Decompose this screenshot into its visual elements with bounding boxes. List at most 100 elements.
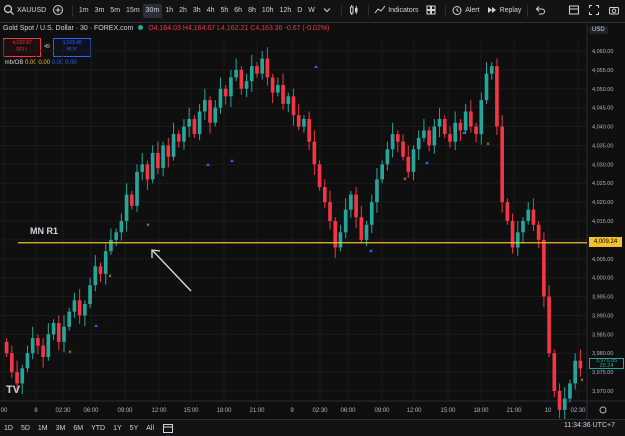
sell-button[interactable]: 4,162.97 SELL [3,38,41,57]
candle-body [401,141,405,157]
symbol-search[interactable]: XAUUSD [0,4,49,18]
timeframe-D[interactable]: D [294,4,305,18]
price-tick-label: 4,015.00 [592,219,613,225]
candle-body [317,164,322,187]
candle-body [202,100,207,112]
price-tick-label: 4,025.00 [592,181,613,187]
range-1y[interactable]: 1Y [109,425,126,432]
timeframe-15m[interactable]: 15m [123,4,143,18]
candle-body [531,209,536,225]
price-tick-label: 4,000.00 [592,276,613,282]
candle-body [406,156,411,172]
range-6m[interactable]: 6M [69,425,87,432]
time-tick-label: 12:00 [151,408,167,414]
time-tick-label: 15:00 [440,408,456,414]
imbalance-marker [94,324,98,327]
layout-button[interactable] [565,4,585,18]
time-tick-label: 10 [545,408,552,414]
timeframe-10h[interactable]: 10h [259,4,277,18]
timeframe-menu-chevron[interactable] [318,4,338,18]
alert-button[interactable]: Alert [448,4,482,18]
price-chart[interactable]: 4,060.00 4,055.00 4,050.00 4,045.00 4,040.00… [0,0,625,435]
plus-circle-icon [53,5,64,16]
candle-body [521,221,525,233]
sell-label: SELL [15,47,29,53]
range-5y[interactable]: 5Y [126,425,143,432]
candle-body [489,66,494,74]
candle-body [260,58,265,74]
candle-body [474,126,478,135]
timeframe-5m[interactable]: 5m [107,4,123,18]
candle-body [484,73,489,101]
divider [72,5,73,17]
candle-body [140,164,145,172]
range-5d[interactable]: 5D [17,425,34,432]
candle-body [249,66,254,82]
divider [367,5,369,17]
timeframe-1h[interactable]: 1h [162,4,176,18]
replay-button[interactable]: Replay [483,4,525,18]
range-3m[interactable]: 3M [52,425,70,432]
price-tick-label: 4,020.00 [592,200,613,206]
undo-button[interactable] [531,4,551,18]
buy-button[interactable]: 4,163.46 BUY [53,38,91,57]
level-label: MN R1 [30,226,59,236]
candle-body [349,194,353,210]
fullscreen-icon [589,5,600,16]
candle-body [411,149,416,172]
candle-body [218,88,223,108]
range-all[interactable]: All [142,425,158,432]
candle-body [51,323,56,335]
symbol-label: XAUUSD [17,7,47,14]
time-tick-label: 21:00 [506,408,522,414]
timeframe-4h[interactable]: 4h [204,4,218,18]
candle-body [244,81,249,89]
timeframe-6h[interactable]: 6h [231,4,245,18]
indicator-value-2: 0.00 [38,60,51,66]
ohlc-close: C4,163.36 [250,25,283,32]
timeframe-30m[interactable]: 30m [142,4,163,18]
candle-body [208,100,212,123]
range-ytd[interactable]: YTD [87,425,109,432]
camera-icon [609,7,620,15]
range-1d[interactable]: 1D [0,425,17,432]
candle-body [312,141,317,165]
candle-body [369,202,374,225]
clock-timezone[interactable]: 11:34:36 UTC+7 [564,422,615,429]
goto-date-button[interactable] [158,422,180,434]
timeframe-W[interactable]: W [305,4,318,18]
timeframe-3h[interactable]: 3h [190,4,204,18]
chart-title[interactable]: Gold Spot / U.S. Dollar · 30 · FOREX.com [3,25,133,32]
timeframe-2h[interactable]: 2h [176,4,190,18]
candle-body [562,398,567,410]
timeframe-3m[interactable]: 3m [92,4,108,18]
timeframe-5h[interactable]: 5h [217,4,231,18]
timeframe-12h[interactable]: 12h [277,4,295,18]
price-tick-label: 4,060.00 [592,49,613,55]
timeframe-8h[interactable]: 8h [245,4,259,18]
timeframe-1m[interactable]: 1m [76,4,92,18]
candle-body [83,304,87,316]
candle-body [322,187,327,203]
fullscreen-button[interactable] [585,4,605,18]
candle-body [542,239,546,297]
currency-selector[interactable]: USD [589,26,608,34]
indicators-button[interactable]: Indicators [371,4,421,18]
templates-button[interactable] [422,4,442,18]
chart-type-button[interactable] [345,4,365,18]
time-tick-label: 06:00 [83,408,99,414]
snapshot-button[interactable] [605,4,625,18]
candle-body [510,221,515,248]
compare-button[interactable] [49,4,69,18]
indicator-legend[interactable]: Imb/OB 0.00 0.00 0.00 0.00 [3,60,77,66]
layout-icon [569,5,580,15]
candle-body [56,323,61,342]
ohlc-change: -0.67 (-0.02%) [284,25,330,32]
signal-marker: × [68,350,72,356]
calendar-icon [163,424,174,433]
range-list: 1D 5D 1M 3M 6M YTD 1Y 5Y All [0,425,158,432]
price-tick-label: 3,980.00 [592,351,613,357]
candle-body [390,134,395,150]
range-1m[interactable]: 1M [34,425,52,432]
time-tick-label: 06:00 [340,408,356,414]
